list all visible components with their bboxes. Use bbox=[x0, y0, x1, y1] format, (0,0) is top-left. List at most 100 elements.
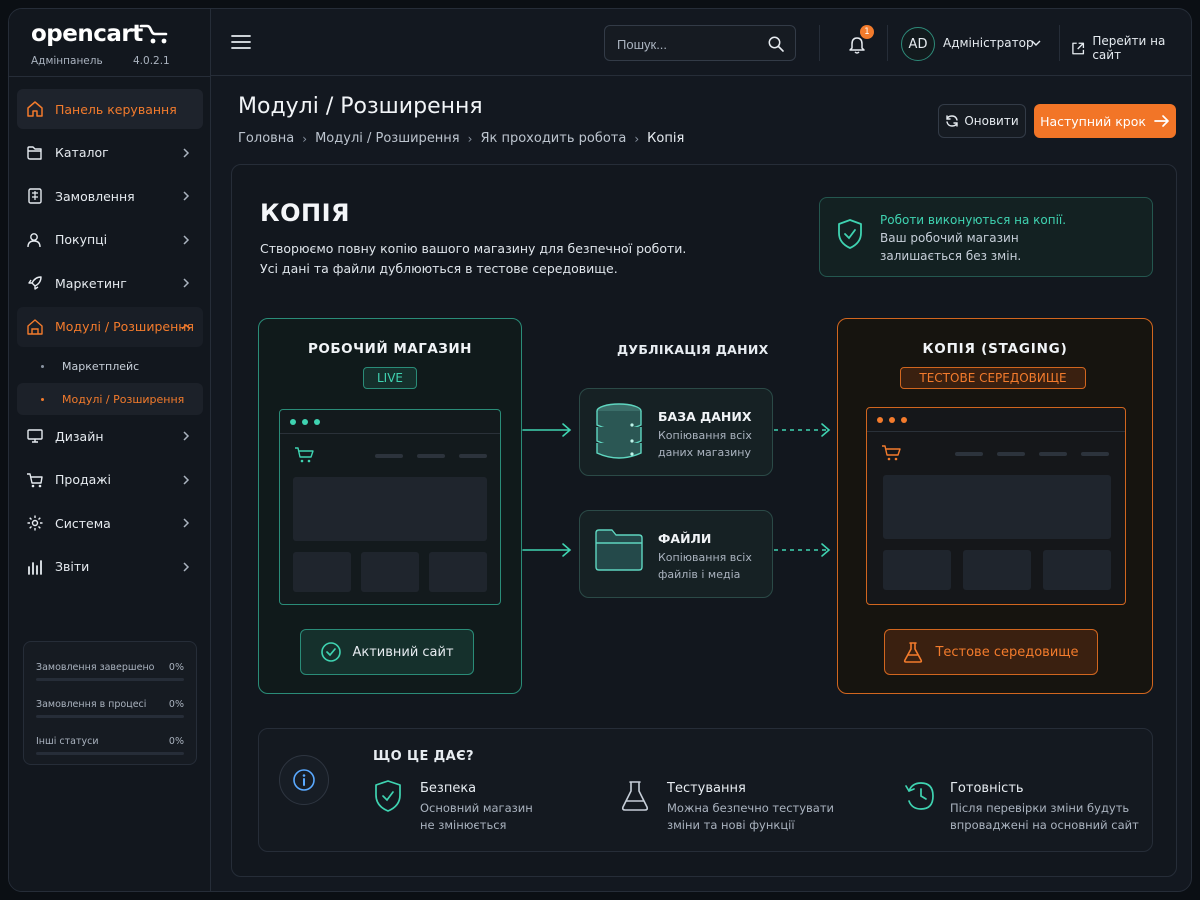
chevron-down-icon[interactable] bbox=[1031, 39, 1041, 47]
files-text: Копіювання всіх bbox=[658, 551, 752, 564]
flask-icon bbox=[621, 781, 649, 811]
stat-value: 0% bbox=[168, 736, 184, 747]
chevron-right-icon: › bbox=[634, 131, 640, 146]
clock-refresh-icon bbox=[905, 782, 934, 810]
stat-other: Інші статуси 0% bbox=[36, 726, 184, 763]
duplication-title: ДУБЛІКАЦІЯ ДАНИХ bbox=[617, 342, 769, 357]
sidebar-item-design[interactable]: Дизайн bbox=[17, 416, 203, 456]
topbar-divider bbox=[819, 25, 820, 61]
nav-placeholder bbox=[955, 452, 983, 456]
database-title: БАЗА ДАНИХ bbox=[658, 409, 752, 424]
search-input[interactable] bbox=[617, 34, 757, 54]
copy-step-card: КОПІЯ Створюємо повну копію вашого магаз… bbox=[231, 164, 1177, 877]
sidebar-subitem-marketplace[interactable]: Маркетплейс bbox=[17, 350, 203, 382]
arrow-right-icon bbox=[1154, 115, 1169, 127]
page-title: Модулі / Розширення bbox=[238, 94, 483, 119]
staging-title: КОПІЯ (STAGING) bbox=[922, 341, 1068, 357]
receipt-icon bbox=[25, 186, 45, 206]
sidebar-item-customers[interactable]: Покупці bbox=[17, 220, 203, 260]
chevron-right-icon: › bbox=[302, 131, 308, 146]
sidebar-item-system[interactable]: Система bbox=[17, 503, 203, 543]
breadcrumb-how-it-works[interactable]: Як проходить робота bbox=[480, 131, 626, 146]
arrow-live-to-files bbox=[522, 543, 572, 557]
nav-placeholder bbox=[459, 454, 487, 458]
chevron-right-icon bbox=[183, 191, 190, 201]
sidebar-subitem-extensions[interactable]: Модулі / Розширення bbox=[17, 383, 203, 415]
bar-chart-icon bbox=[25, 557, 45, 577]
chevron-right-icon bbox=[183, 474, 190, 485]
bullet-icon bbox=[41, 364, 44, 368]
search-icon[interactable] bbox=[767, 35, 785, 53]
user-menu[interactable]: Адміністратор bbox=[943, 36, 1034, 50]
folder-icon bbox=[595, 529, 643, 571]
files-title: ФАЙЛИ bbox=[658, 531, 712, 546]
flask-icon bbox=[904, 642, 923, 663]
sidebar-item-marketing[interactable]: Маркетинг bbox=[17, 263, 203, 303]
block-placeholder bbox=[361, 552, 419, 592]
sidebar-subitem-label: Модулі / Розширення bbox=[62, 392, 185, 406]
breadcrumb-home[interactable]: Головна bbox=[238, 131, 294, 146]
staging-store-mockup bbox=[866, 407, 1126, 605]
breadcrumb-extensions[interactable]: Модулі / Розширення bbox=[315, 131, 460, 146]
breadcrumb-current: Копія bbox=[647, 131, 685, 146]
chevron-right-icon bbox=[183, 561, 190, 572]
next-step-button[interactable]: Наступний крок bbox=[1034, 104, 1176, 138]
notification-badge: 1 bbox=[860, 25, 874, 39]
chevron-right-icon bbox=[183, 278, 190, 288]
sidebar-item-label: Система bbox=[55, 515, 111, 531]
sidebar-item-reports[interactable]: Звіти bbox=[17, 547, 203, 587]
topbar-divider bbox=[1059, 25, 1060, 61]
sidebar-item-sales[interactable]: Продажі bbox=[17, 460, 203, 500]
stat-value: 0% bbox=[168, 699, 184, 710]
sidebar-item-catalog[interactable]: Каталог bbox=[17, 133, 203, 173]
benefit-title: Готовність bbox=[950, 781, 1024, 796]
benefit-text: не змінюється bbox=[420, 818, 507, 832]
window-titlebar bbox=[867, 408, 1125, 432]
benefit-text: Після перевірки зміни будуть bbox=[950, 801, 1130, 815]
chevron-right-icon: › bbox=[467, 131, 473, 146]
test-environment-button[interactable]: Тестове середовище bbox=[884, 629, 1098, 675]
chevron-up-icon bbox=[181, 323, 191, 330]
hero-placeholder bbox=[293, 477, 487, 541]
sidebar-item-extensions[interactable]: Модулі / Розширення bbox=[17, 306, 203, 347]
notifications-button[interactable]: 1 bbox=[839, 25, 875, 63]
window-dot bbox=[877, 417, 883, 423]
test-environment-label: Тестове середовище bbox=[935, 644, 1079, 660]
active-site-label: Активний сайт bbox=[352, 644, 454, 660]
cart-icon bbox=[25, 470, 45, 490]
check-circle-icon bbox=[321, 642, 342, 662]
sidebar-item-label: Звіти bbox=[55, 559, 90, 574]
block-placeholder bbox=[1043, 550, 1111, 590]
nav-placeholder bbox=[417, 454, 445, 458]
bullet-icon bbox=[41, 397, 44, 401]
staging-badge: ТЕСТОВЕ СЕРЕДОВИЩЕ bbox=[900, 367, 1086, 389]
window-dot bbox=[889, 417, 895, 423]
next-step-label: Наступний крок bbox=[1040, 113, 1146, 129]
block-placeholder bbox=[963, 550, 1031, 590]
logo-subtitle: Адмінпанель bbox=[31, 55, 103, 67]
stat-processing: Замовлення в процесі 0% bbox=[36, 689, 184, 726]
external-link-icon bbox=[1072, 42, 1085, 54]
goto-site-link[interactable]: Перейти на сайт bbox=[1071, 34, 1191, 62]
window-dot bbox=[302, 419, 308, 425]
chevron-right-icon bbox=[183, 147, 190, 158]
stat-completed: Замовлення завершено 0% bbox=[36, 652, 184, 689]
admin-app: opencart Адмінпанель 4.0.2.1 Панель керу… bbox=[8, 8, 1192, 892]
avatar[interactable]: AD bbox=[901, 27, 935, 61]
menu-icon[interactable] bbox=[231, 33, 251, 51]
brand-logo[interactable]: opencart Адмінпанель 4.0.2.1 bbox=[31, 21, 201, 77]
sidebar-subitem-label: Маркетплейс bbox=[62, 359, 140, 373]
benefit-text: Основний магазин bbox=[420, 801, 533, 815]
active-site-button[interactable]: Активний сайт bbox=[300, 629, 474, 675]
info-icon bbox=[279, 755, 329, 805]
monitor-icon bbox=[25, 426, 45, 446]
stat-value: 0% bbox=[168, 662, 184, 673]
sidebar-item-dashboard[interactable]: Панель керування bbox=[17, 89, 203, 129]
sidebar-item-label: Панель керування bbox=[55, 101, 177, 117]
sidebar-item-orders[interactable]: Замовлення bbox=[17, 176, 203, 216]
window-dot bbox=[290, 419, 296, 425]
sidebar-item-label: Покупці bbox=[55, 232, 108, 247]
refresh-button[interactable]: Оновити bbox=[938, 104, 1026, 138]
sidebar-item-label: Замовлення bbox=[55, 188, 135, 204]
sidebar-item-label: Маркетинг bbox=[55, 275, 127, 291]
